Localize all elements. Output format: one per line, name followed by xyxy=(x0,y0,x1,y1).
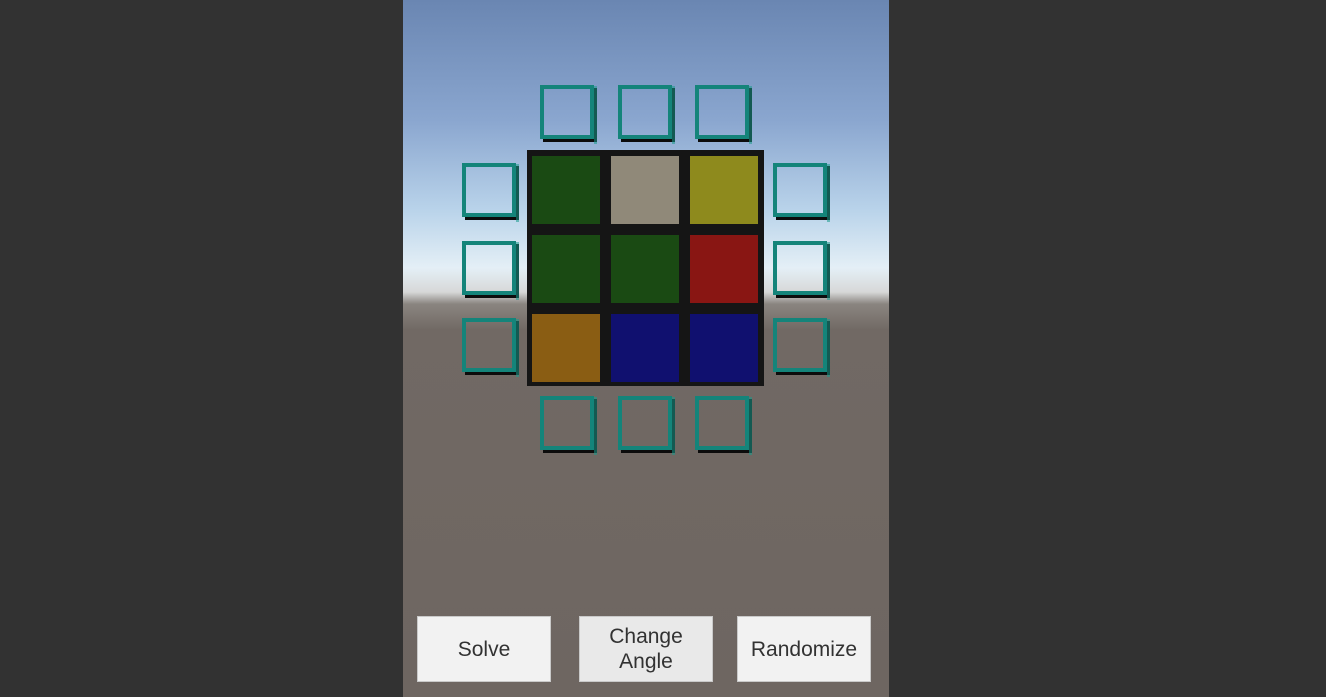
sticker-r3c3[interactable] xyxy=(690,314,758,382)
right-slot-1[interactable] xyxy=(773,163,830,222)
right-slot-2[interactable] xyxy=(773,241,830,300)
sticker-r1c1[interactable] xyxy=(532,156,600,224)
sticker-r3c1[interactable] xyxy=(532,314,600,382)
sticker-r2c3[interactable] xyxy=(690,235,758,303)
bottom-slot-2[interactable] xyxy=(618,396,675,455)
sticker-r2c2[interactable] xyxy=(611,235,679,303)
solve-button[interactable]: Solve xyxy=(417,616,551,682)
change-angle-label-line1: Change xyxy=(609,625,683,648)
sticker-r1c3[interactable] xyxy=(690,156,758,224)
left-slot-1[interactable] xyxy=(462,163,519,222)
right-slot-3[interactable] xyxy=(773,318,830,377)
change-angle-button[interactable]: Change Angle xyxy=(579,616,713,682)
top-slot-3[interactable] xyxy=(695,85,752,144)
top-slot-1[interactable] xyxy=(540,85,597,144)
rubiks-cube[interactable] xyxy=(527,150,764,386)
left-slot-3[interactable] xyxy=(462,318,519,377)
randomize-button[interactable]: Randomize xyxy=(737,616,871,682)
sticker-r3c2[interactable] xyxy=(611,314,679,382)
bottom-slot-3[interactable] xyxy=(695,396,752,455)
game-viewport[interactable]: Solve Change Angle Randomize xyxy=(403,0,889,697)
solve-label: Solve xyxy=(457,637,511,661)
change-angle-label-line2: Angle xyxy=(619,650,673,673)
top-slot-2[interactable] xyxy=(618,85,675,144)
bottom-slot-1[interactable] xyxy=(540,396,597,455)
randomize-label: Randomize xyxy=(750,637,858,661)
sticker-r1c2[interactable] xyxy=(611,156,679,224)
sticker-r2c1[interactable] xyxy=(532,235,600,303)
left-slot-2[interactable] xyxy=(462,241,519,300)
